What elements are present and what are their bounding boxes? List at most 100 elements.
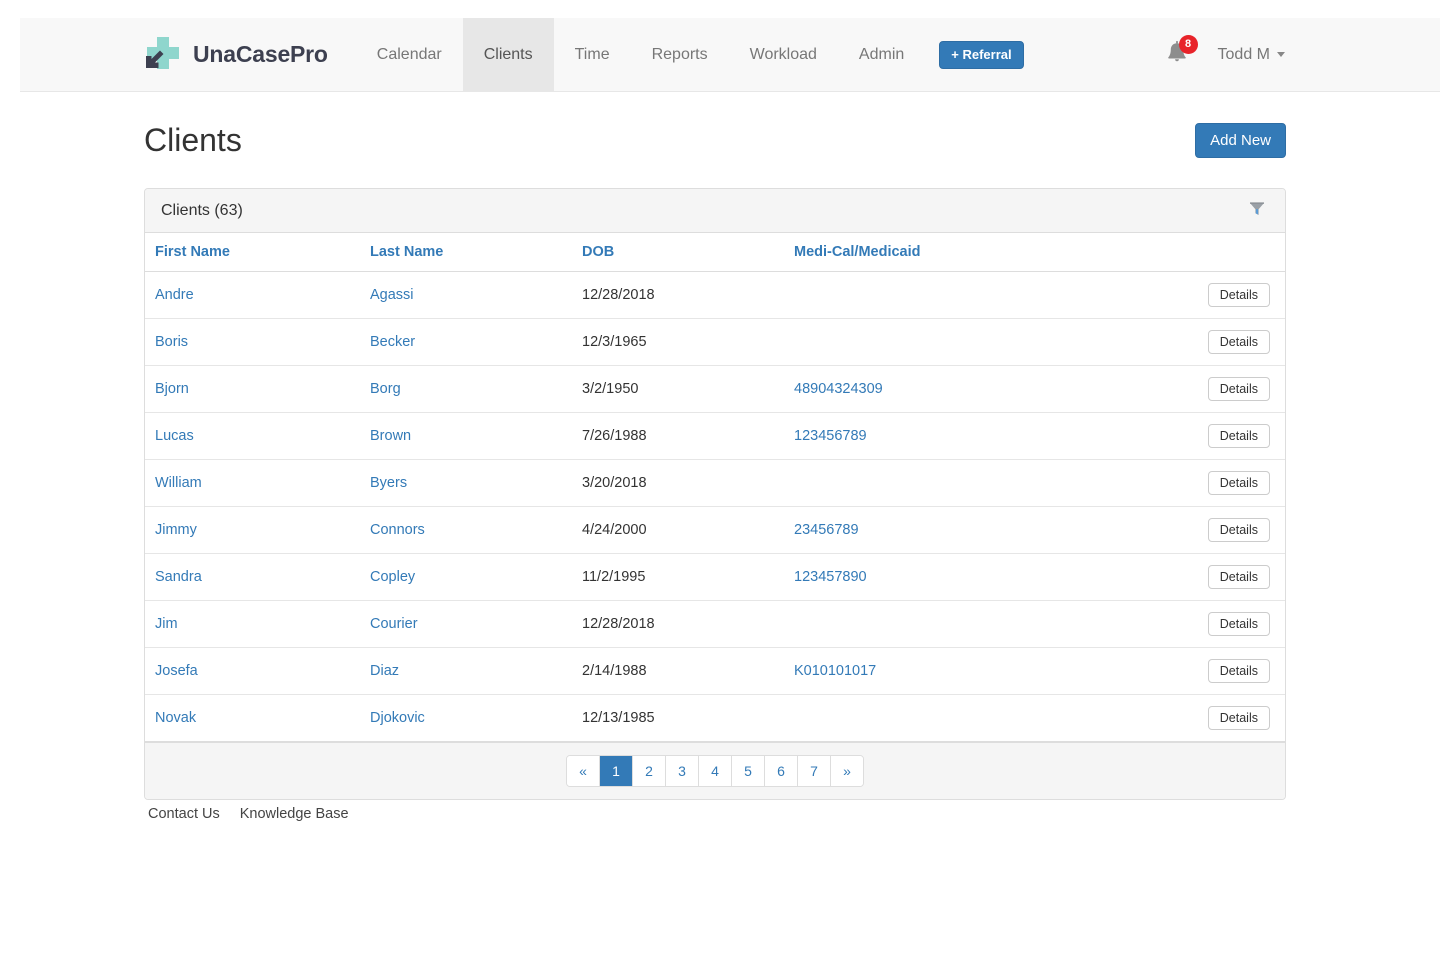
details-button[interactable]: Details bbox=[1207, 424, 1270, 448]
cell-medical bbox=[784, 318, 1124, 366]
notifications-button[interactable]: 8 bbox=[1154, 31, 1200, 79]
pagination-page-5[interactable]: 5 bbox=[732, 756, 764, 786]
pagination-page-6[interactable]: 6 bbox=[765, 756, 797, 786]
cell-actions: Details bbox=[1124, 600, 1285, 648]
nav-item-time[interactable]: Time bbox=[554, 18, 631, 91]
cell-dob: 4/24/2000 bbox=[572, 506, 784, 554]
footer-link-contact-us[interactable]: Contact Us bbox=[148, 806, 220, 822]
table-row: Sandra Copley 11/2/1995 123457890 Detail… bbox=[145, 553, 1285, 601]
cell-last-name: Borg bbox=[360, 365, 572, 413]
cell-last-name: Connors bbox=[360, 506, 572, 554]
client-first-name-link[interactable]: William bbox=[155, 475, 202, 491]
pagination-page-1[interactable]: 1 bbox=[600, 756, 632, 786]
cell-medical: 23456789 bbox=[784, 506, 1124, 554]
notification-count-badge: 8 bbox=[1178, 34, 1198, 54]
column-header-last-name[interactable]: Last Name bbox=[360, 233, 572, 272]
client-last-name-link[interactable]: Djokovic bbox=[370, 710, 425, 726]
client-medical-link[interactable]: K010101017 bbox=[794, 663, 876, 679]
client-first-name-link[interactable]: Lucas bbox=[155, 428, 194, 444]
client-last-name-link[interactable]: Becker bbox=[370, 334, 415, 350]
nav-item-clients[interactable]: Clients bbox=[462, 18, 554, 91]
pagination-prev[interactable]: « bbox=[567, 756, 599, 786]
details-button[interactable]: Details bbox=[1207, 706, 1270, 730]
details-button[interactable]: Details bbox=[1207, 612, 1270, 636]
client-medical-link[interactable]: 48904324309 bbox=[794, 381, 883, 397]
brand-logo-link[interactable]: UnaCasePro bbox=[20, 18, 342, 91]
filter-button[interactable] bbox=[1245, 197, 1269, 224]
pagination-next[interactable]: » bbox=[831, 756, 863, 786]
cell-last-name: Byers bbox=[360, 459, 572, 507]
client-first-name-link[interactable]: Jimmy bbox=[155, 522, 197, 538]
table-row: William Byers 3/20/2018 Details bbox=[145, 459, 1285, 507]
pagination-page-4[interactable]: 4 bbox=[699, 756, 731, 786]
column-header-medical[interactable]: Medi-Cal/Medicaid bbox=[784, 233, 1124, 272]
column-header-actions bbox=[1124, 233, 1285, 272]
details-button[interactable]: Details bbox=[1207, 377, 1270, 401]
pagination-page-7[interactable]: 7 bbox=[798, 756, 830, 786]
cell-actions: Details bbox=[1124, 459, 1285, 507]
client-first-name-link[interactable]: Novak bbox=[155, 710, 196, 726]
nav-item-reports[interactable]: Reports bbox=[631, 18, 729, 91]
top-navbar: UnaCasePro Calendar Clients Time Reports… bbox=[20, 18, 1440, 92]
client-first-name-link[interactable]: Josefa bbox=[155, 663, 198, 679]
clients-table-body: Andre Agassi 12/28/2018 Details Boris Be… bbox=[145, 271, 1285, 742]
client-first-name-link[interactable]: Bjorn bbox=[155, 381, 189, 397]
nav-item-calendar[interactable]: Calendar bbox=[356, 18, 463, 91]
client-last-name-link[interactable]: Agassi bbox=[370, 287, 414, 303]
page-title: Clients bbox=[144, 121, 242, 158]
cell-dob: 12/13/1985 bbox=[572, 694, 784, 742]
table-row: Jim Courier 12/28/2018 Details bbox=[145, 600, 1285, 648]
client-medical-link[interactable]: 123457890 bbox=[794, 569, 867, 585]
nav-item-admin[interactable]: Admin bbox=[838, 18, 925, 91]
details-button[interactable]: Details bbox=[1207, 659, 1270, 683]
add-new-button[interactable]: Add New bbox=[1195, 122, 1286, 158]
table-row: Lucas Brown 7/26/1988 123456789 Details bbox=[145, 412, 1285, 460]
details-button[interactable]: Details bbox=[1207, 471, 1270, 495]
client-medical-link[interactable]: 23456789 bbox=[794, 522, 859, 538]
cell-last-name: Diaz bbox=[360, 647, 572, 695]
details-button[interactable]: Details bbox=[1207, 330, 1270, 354]
column-header-first-name[interactable]: First Name bbox=[145, 233, 360, 272]
cell-actions: Details bbox=[1124, 271, 1285, 319]
client-first-name-link[interactable]: Andre bbox=[155, 287, 194, 303]
client-last-name-link[interactable]: Copley bbox=[370, 569, 415, 585]
cell-first-name: Sandra bbox=[145, 553, 360, 601]
sort-first-name-link[interactable]: First Name bbox=[155, 244, 230, 260]
client-first-name-link[interactable]: Jim bbox=[155, 616, 178, 632]
client-medical-link[interactable]: 123456789 bbox=[794, 428, 867, 444]
sort-dob-link[interactable]: DOB bbox=[582, 244, 614, 260]
details-button[interactable]: Details bbox=[1207, 283, 1270, 307]
client-last-name-link[interactable]: Connors bbox=[370, 522, 425, 538]
cell-last-name: Brown bbox=[360, 412, 572, 460]
cell-medical bbox=[784, 694, 1124, 742]
details-button[interactable]: Details bbox=[1207, 565, 1270, 589]
client-first-name-link[interactable]: Boris bbox=[155, 334, 188, 350]
client-first-name-link[interactable]: Sandra bbox=[155, 569, 202, 585]
cell-first-name: Jimmy bbox=[145, 506, 360, 554]
user-name-label: Todd M bbox=[1217, 45, 1270, 63]
footer-link-knowledge-base[interactable]: Knowledge Base bbox=[240, 806, 349, 822]
pagination: « 1 2 3 4 5 6 7 » bbox=[566, 755, 864, 787]
cell-dob: 3/20/2018 bbox=[572, 459, 784, 507]
pagination-page-3[interactable]: 3 bbox=[666, 756, 698, 786]
sort-last-name-link[interactable]: Last Name bbox=[370, 244, 443, 260]
client-last-name-link[interactable]: Diaz bbox=[370, 663, 399, 679]
clients-panel: Clients (63) First Name Last Name DOB Me… bbox=[144, 188, 1286, 800]
site-footer: Contact Us Knowledge Base bbox=[148, 806, 349, 822]
cell-actions: Details bbox=[1124, 553, 1285, 601]
cell-actions: Details bbox=[1124, 318, 1285, 366]
user-menu-button[interactable]: Todd M bbox=[1218, 46, 1285, 64]
details-button[interactable]: Details bbox=[1207, 518, 1270, 542]
client-last-name-link[interactable]: Borg bbox=[370, 381, 401, 397]
add-referral-button[interactable]: + Referral bbox=[939, 40, 1024, 69]
sort-medical-link[interactable]: Medi-Cal/Medicaid bbox=[794, 244, 921, 260]
nav-item-workload[interactable]: Workload bbox=[729, 18, 838, 91]
column-header-dob[interactable]: DOB bbox=[572, 233, 784, 272]
client-last-name-link[interactable]: Byers bbox=[370, 475, 407, 491]
navbar-right-group: 8 Todd M bbox=[1154, 18, 1440, 91]
client-last-name-link[interactable]: Brown bbox=[370, 428, 411, 444]
cell-actions: Details bbox=[1124, 412, 1285, 460]
pagination-page-2[interactable]: 2 bbox=[633, 756, 665, 786]
caret-down-icon bbox=[1277, 52, 1285, 57]
client-last-name-link[interactable]: Courier bbox=[370, 616, 418, 632]
